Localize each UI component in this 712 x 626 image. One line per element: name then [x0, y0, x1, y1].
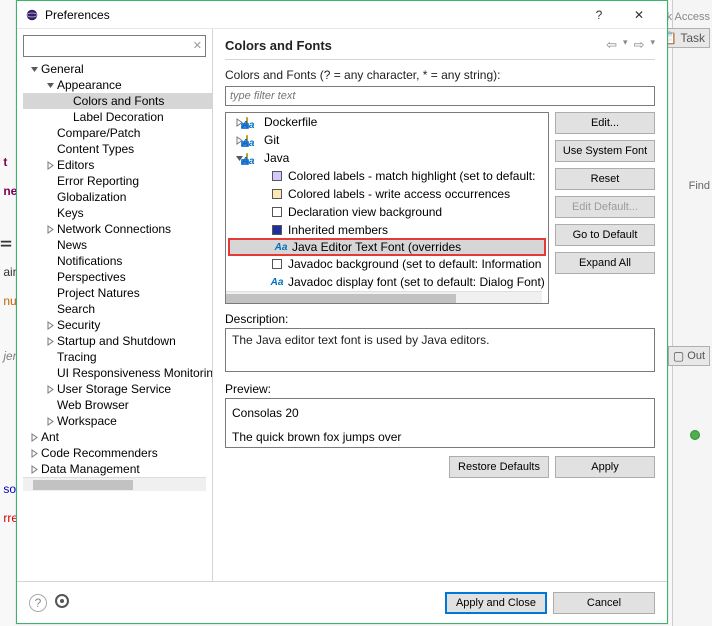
category-news[interactable]: News	[23, 237, 212, 253]
dialog-title: Preferences	[45, 8, 579, 22]
category-search[interactable]: Search	[23, 301, 212, 317]
font-item[interactable]: AaJava	[226, 149, 548, 167]
category-startup-and-shutdown[interactable]: Startup and Shutdown	[23, 333, 212, 349]
font-item[interactable]: Colored labels - match highlight (set to…	[226, 167, 548, 185]
colors-fonts-tree[interactable]: AaDockerfileAaGitAaJavaColored labels - …	[225, 112, 549, 304]
category-workspace[interactable]: Workspace	[23, 413, 212, 429]
filter-label: Colors and Fonts (? = any character, * =…	[225, 68, 655, 82]
apply-and-close-button[interactable]: Apply and Close	[445, 592, 547, 614]
category-compare-patch[interactable]: Compare/Patch	[23, 125, 212, 141]
category-ui-responsiveness-monitoring[interactable]: UI Responsiveness Monitoring	[23, 365, 212, 381]
category-editors[interactable]: Editors	[23, 157, 212, 173]
edit-button[interactable]: Edit...	[555, 112, 655, 134]
preferences-search[interactable]: ✕	[23, 35, 206, 57]
font-item[interactable]: AaJavadoc display font (set to default: …	[226, 273, 548, 291]
use-system-font-button[interactable]: Use System Font	[555, 140, 655, 162]
apply-button[interactable]: Apply	[555, 456, 655, 478]
category-label-decoration[interactable]: Label Decoration	[23, 109, 212, 125]
category-user-storage-service[interactable]: User Storage Service	[23, 381, 212, 397]
category-data-management[interactable]: Data Management	[23, 461, 212, 477]
category-ant[interactable]: Ant	[23, 429, 212, 445]
import-export-icon[interactable]	[55, 594, 69, 608]
help-button[interactable]: ?	[579, 3, 619, 27]
filter-input[interactable]	[230, 87, 650, 105]
expand-all-button[interactable]: Expand All	[555, 252, 655, 274]
cancel-button[interactable]: Cancel	[553, 592, 655, 614]
category-project-natures[interactable]: Project Natures	[23, 285, 212, 301]
categories-tree[interactable]: GeneralAppearanceColors and FontsLabel D…	[23, 61, 212, 581]
preview-box: Consolas 20 The quick brown fox jumps ov…	[225, 398, 655, 448]
category-keys[interactable]: Keys	[23, 205, 212, 221]
preferences-search-input[interactable]	[28, 36, 187, 56]
filter-input-wrapper[interactable]	[225, 86, 655, 106]
category-error-reporting[interactable]: Error Reporting	[23, 173, 212, 189]
description-label: Description:	[225, 312, 655, 326]
category-content-types[interactable]: Content Types	[23, 141, 212, 157]
preview-label: Preview:	[225, 382, 655, 396]
category-colors-and-fonts[interactable]: Colors and Fonts	[23, 93, 212, 109]
close-button[interactable]: ✕	[619, 3, 659, 27]
clear-icon[interactable]: ✕	[193, 39, 202, 52]
category-globalization[interactable]: Globalization	[23, 189, 212, 205]
page-title: Colors and Fonts	[225, 38, 606, 53]
restore-defaults-button[interactable]: Restore Defaults	[449, 456, 549, 478]
eclipse-icon	[25, 8, 39, 22]
category-general[interactable]: General	[23, 61, 212, 77]
edit-default-button: Edit Default...	[555, 196, 655, 218]
reset-button[interactable]: Reset	[555, 168, 655, 190]
preferences-dialog: Preferences ? ✕ ✕ GeneralAppearanceColor…	[16, 0, 668, 624]
category-notifications[interactable]: Notifications	[23, 253, 212, 269]
forward-icon[interactable]: ⇨	[634, 37, 645, 53]
font-item[interactable]: Colored labels - write access occurrence…	[226, 185, 548, 203]
category-security[interactable]: Security	[23, 317, 212, 333]
category-tracing[interactable]: Tracing	[23, 349, 212, 365]
outline-tab[interactable]: ▢Out	[668, 346, 710, 366]
category-perspectives[interactable]: Perspectives	[23, 269, 212, 285]
font-item[interactable]: AaDockerfile	[226, 113, 548, 131]
category-network-connections[interactable]: Network Connections	[23, 221, 212, 237]
category-appearance[interactable]: Appearance	[23, 77, 212, 93]
font-item[interactable]: Javadoc background (set to default: Info…	[226, 255, 548, 273]
horizontal-scrollbar[interactable]	[23, 477, 206, 491]
goto-default-button[interactable]: Go to Default	[555, 224, 655, 246]
category-code-recommenders[interactable]: Code Recommenders	[23, 445, 212, 461]
font-item[interactable]: Inherited members	[226, 221, 548, 239]
back-icon[interactable]: ⇦	[606, 37, 617, 53]
find-label: Find	[689, 180, 710, 192]
tree-h-scrollbar[interactable]	[226, 291, 542, 304]
font-item[interactable]: AaGit	[226, 131, 548, 149]
font-item[interactable]: AaJava Editor Text Font (overrides	[228, 238, 546, 256]
category-web-browser[interactable]: Web Browser	[23, 397, 212, 413]
font-item[interactable]: Declaration view background	[226, 203, 548, 221]
help-icon[interactable]: ?	[29, 594, 47, 612]
description-box: The Java editor text font is used by Jav…	[225, 328, 655, 372]
run-indicator-icon	[690, 430, 700, 440]
